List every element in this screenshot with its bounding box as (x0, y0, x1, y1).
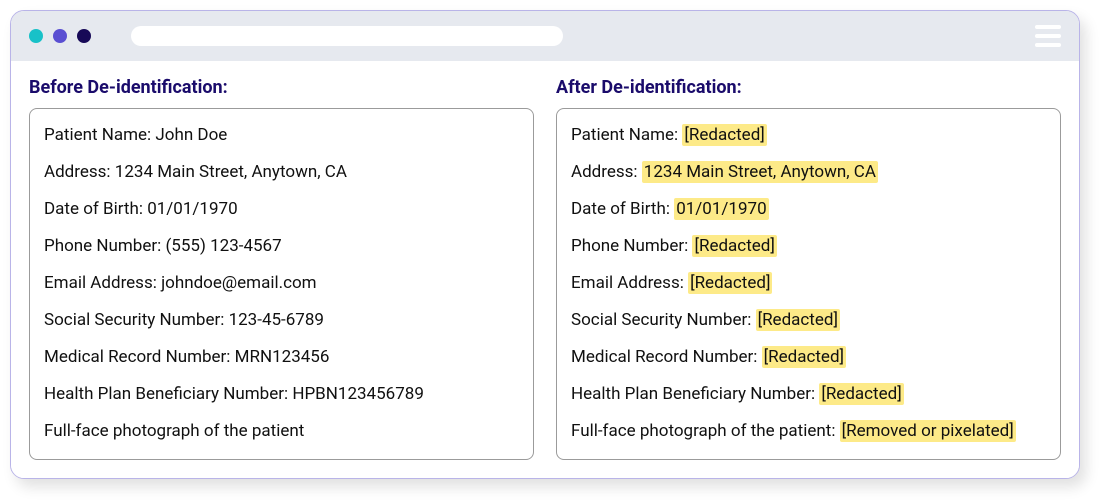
window-controls (29, 29, 91, 43)
after-column: After De-identification: Patient Name: [… (556, 77, 1061, 460)
field-value-highlight: [Redacted] (688, 272, 772, 294)
after-box: Patient Name: [Redacted] Address: 1234 M… (556, 108, 1061, 460)
field-value: John Doe (155, 125, 227, 145)
field-label: Medical Record Number: (571, 347, 757, 367)
field-value-highlight: [Redacted] (756, 309, 840, 331)
field-label: Phone Number: (571, 236, 688, 256)
list-item: Email Address: johndoe@email.com (44, 265, 519, 302)
field-label: Address: (44, 162, 111, 182)
list-item: Full-face photograph of the patient (44, 413, 519, 450)
window-dot-2[interactable] (53, 29, 67, 43)
field-value: 123-45-6789 (229, 310, 324, 330)
window-dot-1[interactable] (29, 29, 43, 43)
list-item: Email Address: [Redacted] (571, 265, 1046, 302)
field-label: Full-face photograph of the patient (44, 421, 304, 441)
field-label: Date of Birth: (571, 199, 670, 219)
field-value: (555) 123-4567 (165, 236, 281, 256)
field-value-highlight: [Redacted] (762, 346, 846, 368)
list-item: Phone Number: (555) 123-4567 (44, 228, 519, 265)
before-box: Patient Name: John Doe Address: 1234 Mai… (29, 108, 534, 460)
field-value-highlight: [Redacted] (692, 235, 776, 257)
field-value-highlight: 1234 Main Street, Anytown, CA (642, 161, 878, 183)
content-area: Before De-identification: Patient Name: … (11, 61, 1079, 478)
titlebar (11, 11, 1079, 61)
list-item: Health Plan Beneficiary Number: HPBN1234… (44, 376, 519, 413)
field-label: Health Plan Beneficiary Number: (44, 384, 288, 404)
field-value-highlight: 01/01/1970 (674, 198, 768, 220)
field-value-highlight: [Redacted] (682, 124, 766, 146)
field-label: Health Plan Beneficiary Number: (571, 384, 815, 404)
field-label: Address: (571, 162, 638, 182)
field-label: Social Security Number: (571, 310, 751, 330)
field-value-highlight: [Removed or pixelated] (840, 420, 1016, 442)
url-bar[interactable] (131, 26, 563, 46)
list-item: Address: 1234 Main Street, Anytown, CA (571, 154, 1046, 191)
list-item: Medical Record Number: MRN123456 (44, 339, 519, 376)
field-label: Patient Name: (44, 125, 151, 145)
field-value: HPBN123456789 (292, 384, 424, 404)
field-label: Phone Number: (44, 236, 161, 256)
field-value-highlight: [Redacted] (819, 383, 903, 405)
field-value: 1234 Main Street, Anytown, CA (115, 162, 347, 182)
field-value: johndoe@email.com (161, 273, 317, 293)
field-label: Full-face photograph of the patient: (571, 421, 835, 441)
list-item: Date of Birth: 01/01/1970 (571, 191, 1046, 228)
after-title: After De-identification: (556, 77, 1061, 98)
list-item: Phone Number: [Redacted] (571, 228, 1046, 265)
list-item: Patient Name: [Redacted] (571, 117, 1046, 154)
field-value: 01/01/1970 (147, 199, 237, 219)
window-dot-3[interactable] (77, 29, 91, 43)
before-title: Before De-identification: (29, 77, 534, 98)
list-item: Health Plan Beneficiary Number: [Redacte… (571, 376, 1046, 413)
field-value: MRN123456 (235, 347, 330, 367)
field-label: Email Address: (571, 273, 684, 293)
list-item: Social Security Number: 123-45-6789 (44, 302, 519, 339)
field-label: Medical Record Number: (44, 347, 230, 367)
before-column: Before De-identification: Patient Name: … (29, 77, 534, 460)
list-item: Patient Name: John Doe (44, 117, 519, 154)
field-label: Patient Name: (571, 125, 678, 145)
list-item: Date of Birth: 01/01/1970 (44, 191, 519, 228)
list-item: Full-face photograph of the patient: [Re… (571, 413, 1046, 450)
list-item: Medical Record Number: [Redacted] (571, 339, 1046, 376)
field-label: Email Address: (44, 273, 157, 293)
field-label: Date of Birth: (44, 199, 143, 219)
browser-window: Before De-identification: Patient Name: … (10, 10, 1080, 479)
list-item: Address: 1234 Main Street, Anytown, CA (44, 154, 519, 191)
menu-icon[interactable] (1035, 25, 1061, 47)
list-item: Social Security Number: [Redacted] (571, 302, 1046, 339)
field-label: Social Security Number: (44, 310, 224, 330)
